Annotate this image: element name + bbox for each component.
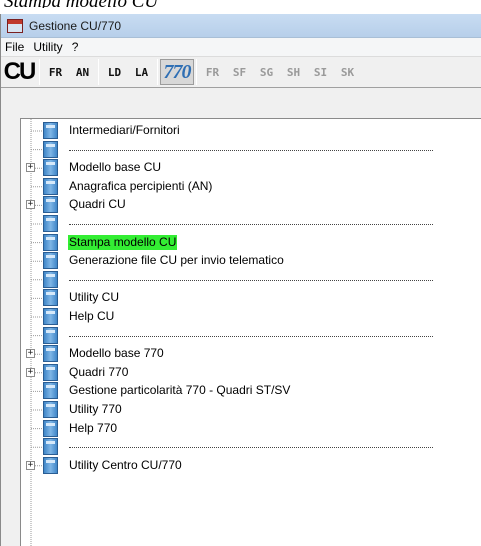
- page-heading: Stampa modello CU: [0, 0, 481, 8]
- tree-item-label: Help 770: [69, 420, 118, 435]
- expand-icon[interactable]: +: [26, 163, 35, 173]
- folder-node-icon: [43, 177, 58, 195]
- toolbar-button-sg[interactable]: SG: [253, 59, 280, 85]
- folder-node-icon: [43, 419, 58, 437]
- app-window: Gestione CU/770 File Utility ? CU FR AN …: [0, 14, 481, 546]
- tree-item-label: Intermediari/Fornitori: [69, 123, 180, 137]
- tree-item-label: Generazione file CU per invio telematico: [69, 253, 284, 268]
- folder-node-icon: [43, 456, 58, 474]
- toolbar-separator: [157, 59, 158, 85]
- tree-item-label: Utility CU: [69, 290, 119, 305]
- tree-item[interactable]: Generazione file CU per invio telematico: [21, 252, 481, 270]
- folder-node-icon: [43, 382, 58, 400]
- toolbar-separator: [98, 59, 99, 85]
- logo-770-button[interactable]: 770: [160, 59, 194, 85]
- dotted-separator: [69, 224, 433, 225]
- tree-item[interactable]: + Modello base CU: [21, 159, 481, 177]
- tree-item[interactable]: Gestione particolarità 770 - Quadri ST/S…: [21, 382, 481, 400]
- tree-item-label: Anagrafica percipienti (AN): [69, 178, 213, 193]
- folder-node-icon: [43, 140, 58, 158]
- folder-node-icon: [43, 363, 58, 381]
- folder-node-icon: [43, 308, 58, 325]
- folder-node-icon: [43, 196, 58, 214]
- toolbar-button-sh[interactable]: SH: [280, 59, 307, 85]
- dotted-separator: [69, 279, 433, 281]
- tree-item[interactable]: Anagrafica percipienti (AN): [21, 177, 481, 196]
- toolbar-separator: [196, 59, 197, 85]
- tree-item[interactable]: Utility CU: [21, 289, 481, 307]
- cu-logo-button[interactable]: CU: [1, 58, 37, 85]
- folder-node-icon: [43, 289, 58, 307]
- tree-item[interactable]: + Modello base 770: [21, 345, 481, 363]
- tree-item[interactable]: + Quadri 770: [21, 363, 481, 382]
- app-window-icon: [7, 18, 23, 33]
- tree-item[interactable]: Utility 770: [21, 401, 481, 419]
- toolbar-separator: [39, 59, 40, 85]
- navigation-tree: Intermediari/Fornitori + Modello base CU An…: [20, 118, 481, 546]
- window-title: Gestione CU/770: [29, 18, 122, 33]
- tree-item-label: Quadri 770: [69, 364, 129, 379]
- toolbar-button-ld[interactable]: LD: [101, 59, 128, 85]
- tree-separator-row: [21, 438, 481, 456]
- toolbar-button-sk[interactable]: SK: [334, 59, 361, 85]
- tree-item-label: Utility 770: [69, 402, 122, 416]
- dotted-separator: [69, 149, 433, 151]
- toolbar-button-an[interactable]: AN: [69, 59, 96, 85]
- folder-node-icon: [43, 401, 58, 418]
- toolbar-button-la[interactable]: LA: [128, 59, 155, 85]
- toolbar-button-fr-770[interactable]: FR: [199, 59, 226, 85]
- tree-item-label: Quadri CU: [69, 197, 126, 212]
- tree-item-label: Modello base 770: [69, 346, 164, 361]
- toolbar-button-sf[interactable]: SF: [226, 59, 253, 85]
- toolbar-button-fr[interactable]: FR: [42, 59, 69, 85]
- dotted-separator: [69, 335, 433, 337]
- folder-node-icon: [43, 233, 58, 251]
- expand-icon[interactable]: +: [26, 349, 35, 359]
- expand-icon[interactable]: +: [26, 460, 35, 470]
- tree-item[interactable]: Help 770: [21, 419, 481, 438]
- tree-separator-row: [21, 326, 481, 345]
- folder-node-icon: [43, 438, 58, 456]
- menu-file[interactable]: File: [1, 40, 30, 54]
- tree-item[interactable]: Help CU: [21, 308, 481, 326]
- toolbar: CU FR AN LD LA 770 FR SF SG SH SI SK: [1, 57, 481, 88]
- menu-utility[interactable]: Utility: [30, 40, 68, 54]
- tree-item-label: Help CU: [69, 309, 115, 323]
- tree-item-label: Gestione particolarità 770 - Quadri ST/S…: [69, 383, 291, 398]
- tree-item[interactable]: Intermediari/Fornitori: [21, 122, 481, 140]
- expand-icon[interactable]: +: [26, 367, 35, 377]
- title-bar[interactable]: Gestione CU/770: [1, 14, 481, 38]
- tree-item[interactable]: + Quadri CU: [21, 196, 481, 214]
- tree-item[interactable]: Stampa modello CU: [21, 233, 481, 252]
- folder-node-icon: [43, 252, 58, 270]
- dotted-separator: [69, 447, 433, 449]
- expand-icon[interactable]: +: [26, 200, 35, 210]
- folder-node-icon: [43, 345, 58, 363]
- tree-item-label: Utility Centro CU/770: [69, 457, 182, 472]
- content-area: Intermediari/Fornitori + Modello base CU An…: [1, 88, 481, 546]
- tree-separator-row: [21, 140, 481, 159]
- folder-node-icon: [43, 122, 58, 139]
- folder-node-icon: [43, 326, 58, 344]
- tree-separator-row: [21, 215, 481, 233]
- menu-help[interactable]: ?: [69, 40, 85, 54]
- tree-separator-row: [21, 270, 481, 289]
- toolbar-button-si[interactable]: SI: [307, 59, 334, 85]
- folder-node-icon: [43, 215, 58, 232]
- tree-item[interactable]: + Utility Centro CU/770: [21, 456, 481, 475]
- folder-node-icon: [43, 159, 58, 177]
- menu-bar: File Utility ?: [1, 38, 481, 57]
- tree-item-label: Modello base CU: [69, 160, 162, 175]
- folder-node-icon: [43, 270, 58, 288]
- tree-item-label-selected: Stampa modello CU: [68, 234, 178, 250]
